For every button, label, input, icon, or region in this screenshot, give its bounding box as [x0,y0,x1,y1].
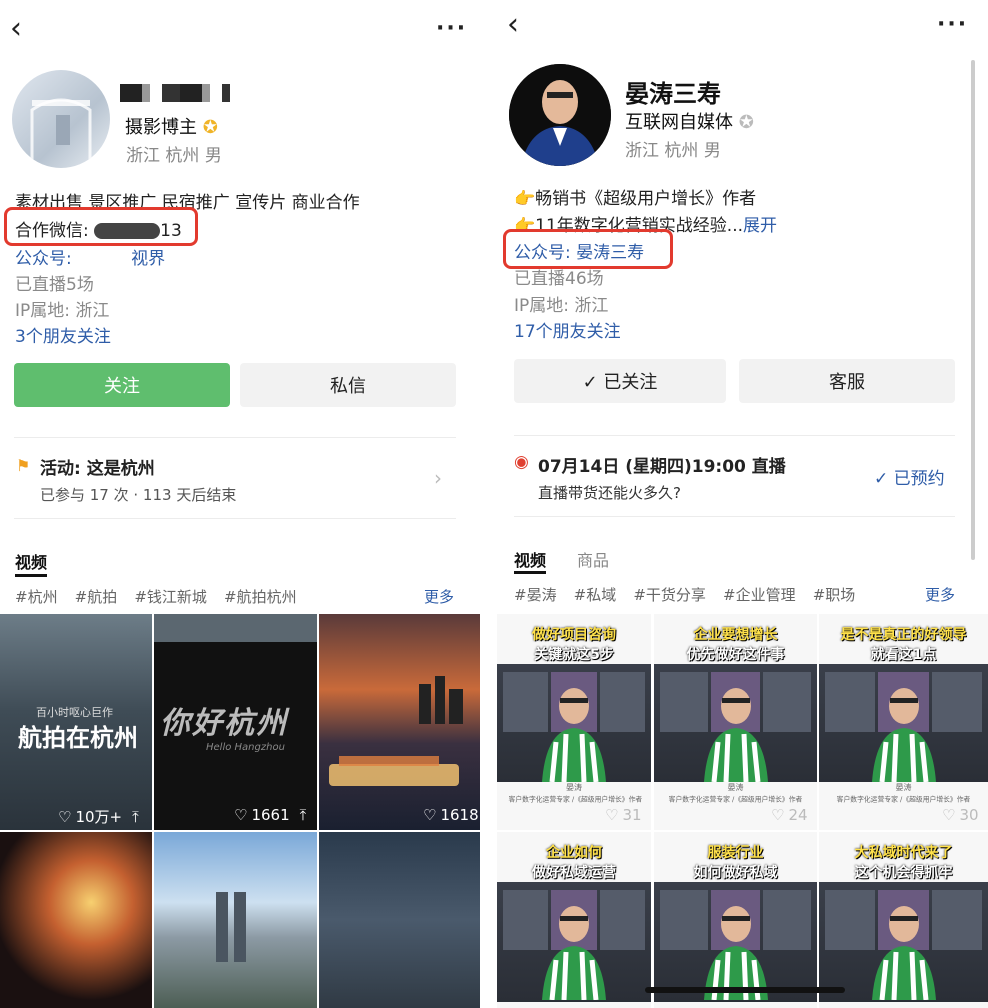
tab-goods[interactable]: 商品 [577,547,609,571]
location-gender: 浙江 杭州 男 [126,146,222,166]
friends-following-link[interactable]: 3个朋友关注 [15,322,111,347]
video-thumb[interactable]: 你好杭州 Hello Hangzhou ♡ 1661 ⤒ [154,614,317,830]
highlight-box-wechat [4,207,198,246]
avatar[interactable] [12,70,110,168]
video-thumb[interactable] [154,832,317,1008]
activity-subtitle: 已参与 17 次 · 113 天后结束 [40,486,237,504]
more-tags-link[interactable]: 更多 [424,586,454,607]
heart-icon: ♡ [234,806,248,824]
live-record-icon: ◉ [514,452,529,472]
pin-icon: ⤒ [299,806,307,824]
back-icon[interactable]: ‹ [507,10,519,40]
like-count: ♡ 31 [605,806,642,824]
heart-icon: ♡ [423,806,437,824]
video-title-line1: 做好项目咨询 [532,627,616,643]
back-icon[interactable]: ‹ [10,14,22,44]
like-count: ♡ 24 [771,806,808,824]
video-title-line1: 大私域时代来了 [854,845,953,861]
video-title-line2: 就看这1点 [870,647,937,663]
message-button[interactable]: 私信 [240,363,456,407]
tab-video[interactable]: 视频 [514,547,546,571]
activity-title: 活动: 这是杭州 [40,459,155,479]
video-grid: 做好项目咨询 关键就这5步 晏涛 客户数字化运营专家 /《超级用户增长》作者 ♡ 31 企… [497,614,988,1008]
tag-item[interactable]: #私域 [574,586,617,604]
reserved-button[interactable]: ✓ 已预约 [874,464,945,489]
tag-item[interactable]: #职场 [813,586,856,604]
pin-icon: ⤒ [132,807,139,826]
heart-icon: ♡ [605,806,619,824]
live-count: 已直播46场 [514,269,604,289]
video-thumb[interactable]: ♡ 1618 [319,614,480,830]
ip-location: IP属地: 浙江 [514,296,609,316]
video-title-line2: 这个机会得抓牢 [854,865,953,881]
tag-item[interactable]: #航拍杭州 [224,588,297,606]
tag-row: #杭州 #航拍 #钱江新城 #航拍杭州 [15,586,465,607]
friends-following-link[interactable]: 17个朋友关注 [514,317,621,342]
home-indicator [645,987,845,993]
video-title-line2: 关键就这5步 [534,647,614,663]
tag-item[interactable]: #企业管理 [723,586,796,604]
chevron-right-icon: › [434,466,442,490]
video-thumb[interactable]: 百小时呕心巨作 航拍在杭州 ♡ 10万+ ⤒ [0,614,152,830]
tag-item[interactable]: #晏涛 [514,586,557,604]
video-title-line2: 如何做好私域 [693,865,778,881]
video-thumb[interactable]: 做好项目咨询 关键就这5步 晏涛 客户数字化运营专家 /《超级用户增长》作者 ♡ 31 [497,614,651,830]
ip-location: IP属地: 浙江 [15,301,110,321]
verified-badge-icon: ✪ [202,117,218,138]
live-subtitle: 直播带货还能火多久? [538,484,681,502]
role-label: 摄影博主 ✪ [125,117,218,138]
heart-icon: ♡ [771,806,785,824]
video-thumb[interactable] [0,832,152,1008]
left-profile-screen: ‹ ··· 摄影博主 ✪ 浙江 杭州 男 素材出售 景区推广 民宿推广 宣传片 … [0,0,480,1008]
role-label: 互联网自媒体 ✪ [625,112,754,133]
video-title-line2: 做好私域运营 [532,865,616,881]
masked-name [120,84,230,102]
customer-service-button[interactable]: 客服 [739,359,955,403]
activity-row[interactable]: ⚑ 活动: 这是杭州 已参与 17 次 · 113 天后结束 › [14,452,456,506]
video-title-line1: 企业要想增长 [693,627,778,643]
avatar-image [509,64,611,166]
live-count: 已直播5场 [15,275,94,295]
like-count: ♡ 30 [942,806,979,824]
video-thumb[interactable]: 大私域时代来了 这个机会得抓牢 [819,832,988,1008]
heart-icon: ♡ [942,806,956,824]
more-options-icon[interactable]: ··· [937,12,968,37]
video-thumb[interactable] [319,832,480,1008]
verified-badge-icon: ✪ [738,112,754,133]
tag-item[interactable]: #钱江新城 [134,588,207,606]
live-reservation-row[interactable]: ◉ 07月14日 (星期四)19:00 直播 直播带货还能火多久? ✓ 已预约 [514,450,955,506]
video-thumb[interactable]: 是不是真正的好领导 就看这1点 晏涛 客户数字化运营专家 /《超级用户增长》作者 ♡ 30 [819,614,988,830]
tab-video[interactable]: 视频 [15,549,47,573]
tag-item[interactable]: #杭州 [15,588,58,606]
location-gender: 浙江 杭州 男 [625,141,721,161]
more-tags-link[interactable]: 更多 [925,584,955,605]
right-profile-screen: ‹ ··· 晏涛三寿 互联网自媒体 ✪ 浙江 杭州 男 👉畅销书《超级用户增长》… [497,0,988,1008]
video-title-line1: 是不是真正的好领导 [840,627,967,643]
tag-row: #晏涛 #私域 #干货分享 #企业管理 #职场 [514,584,934,605]
scrollbar[interactable] [971,60,975,560]
expand-link[interactable]: 展开 [743,216,777,236]
follow-button[interactable]: 关注 [14,363,230,407]
followed-button[interactable]: ✓ 已关注 [514,359,726,403]
video-title-line1: 企业如何 [546,845,602,861]
tag-item[interactable]: #航拍 [75,588,118,606]
bio-line: 👉畅销书《超级用户增长》作者 [514,189,757,209]
more-options-icon[interactable]: ··· [436,16,467,41]
live-title: 07月14日 (星期四)19:00 直播 [538,457,786,477]
video-title-line1: 服装行业 [707,845,764,861]
avatar[interactable] [509,64,611,166]
video-title-line2: 优先做好这件事 [686,647,785,663]
video-thumb[interactable]: 企业如何做好私域运营 [497,832,651,1008]
video-thumb[interactable]: 服装行业如何做好私域 [654,832,817,1008]
gzh-line[interactable]: 公众号: 视界 [15,244,165,269]
highlight-box-gzh [503,229,673,269]
profile-name: 晏涛三寿 [625,80,721,108]
avatar-image [30,98,92,160]
tag-item[interactable]: #干货分享 [633,586,706,604]
video-thumb[interactable]: 企业要想增长 优先做好这件事 晏涛 客户数字化运营专家 /《超级用户增长》作者 ♡ 24 [654,614,817,830]
flag-icon: ⚑ [16,456,31,475]
heart-icon: ♡ [58,807,72,826]
